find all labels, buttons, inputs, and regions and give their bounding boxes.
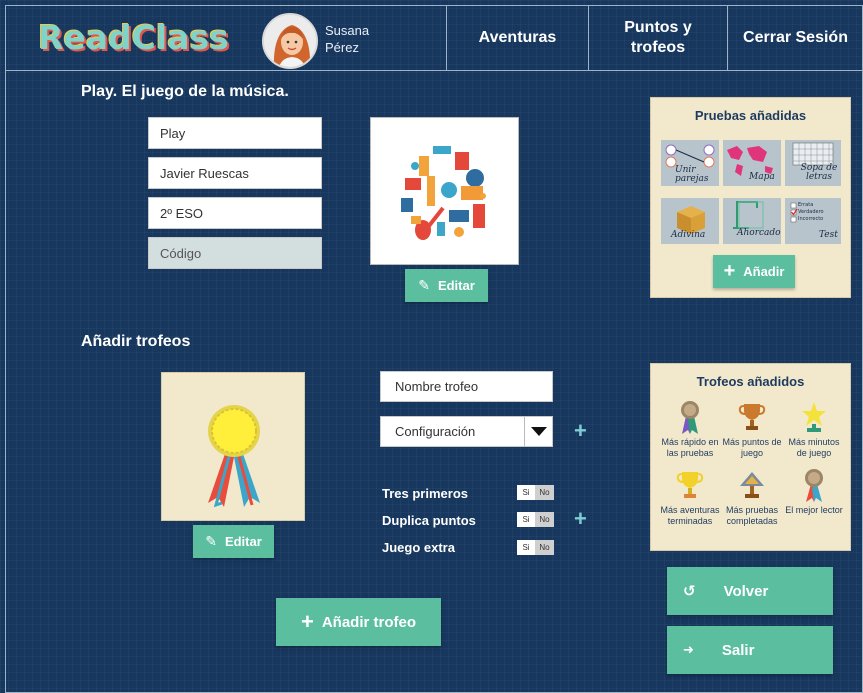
trophy-item-label: Más aventuras terminadas xyxy=(660,505,720,526)
toggle-duplica-puntos[interactable]: Si No xyxy=(517,512,554,527)
nav-puntos-trofeos[interactable]: Puntos y trofeos xyxy=(588,6,727,70)
toggle-yes[interactable]: Si xyxy=(517,512,535,527)
trophy-item-mas-rapido[interactable]: Más rápido en las pruebas xyxy=(660,400,720,459)
test-tile-test[interactable]: Errata Verdadero Incorrecto Test xyxy=(785,198,841,244)
trophy-item-mas-aventuras[interactable]: Más aventuras terminadas xyxy=(660,468,720,527)
code-field[interactable]: Código xyxy=(148,237,322,269)
edit-cover-button[interactable]: ✎ Editar xyxy=(405,269,488,302)
test-option-2: Verdadero xyxy=(798,209,824,215)
option-label-tres-primeros: Tres primeros xyxy=(382,486,468,501)
gold-cup-icon xyxy=(676,472,704,498)
trophy-item-label: El mejor lector xyxy=(785,505,843,515)
trophies-panel-title: Trofeos añadidos xyxy=(696,374,805,389)
trophies-panel: Trofeos añadidos Más rápido en las prueb… xyxy=(650,363,851,551)
chevron-down-icon[interactable] xyxy=(524,417,552,446)
trophies-title: Añadir trofeos xyxy=(81,333,191,350)
test-option-1: Errata xyxy=(798,202,814,208)
exit-button[interactable]: ➜ Salir xyxy=(667,626,833,674)
title-field[interactable]: Play xyxy=(148,117,322,149)
trophy-item-mas-minutos[interactable]: Más minutos de juego xyxy=(784,400,844,459)
add-test-button[interactable]: + Añadir xyxy=(713,255,795,288)
test-tile-sopa-letras[interactable]: Sopa de letras xyxy=(785,140,841,186)
trophy-item-mejor-lector[interactable]: El mejor lector xyxy=(784,468,844,516)
author-field[interactable]: Javier Ruescas xyxy=(148,157,322,189)
pyramid-trophy-icon xyxy=(740,472,764,498)
user-first-name: Susana xyxy=(325,23,370,38)
trophy-item-label: Más puntos de juego xyxy=(722,437,782,458)
medal-icon xyxy=(681,401,699,434)
add-trophy-label: Añadir trofeo xyxy=(321,613,417,631)
star-icon xyxy=(802,402,826,432)
test-tile-label: Unir parejas xyxy=(675,165,709,184)
edit-cover-label: Editar xyxy=(437,278,475,293)
trophy-item-label: Más rápido en las pruebas xyxy=(661,437,719,458)
add-option-plus-icon[interactable]: + xyxy=(574,506,587,532)
adventure-title: Play. El juego de la música. xyxy=(81,83,289,100)
trophy-item-mas-pruebas[interactable]: Más pruebas completadas xyxy=(722,468,782,527)
trophy-item-mas-puntos[interactable]: Más puntos de juego xyxy=(722,400,782,459)
back-label: Volver xyxy=(723,582,769,600)
add-trophy-button[interactable]: + Añadir trofeo xyxy=(276,598,441,646)
exit-label: Salir xyxy=(721,641,755,659)
app-logo[interactable]: ReadClass xyxy=(38,18,229,57)
trophy-image xyxy=(161,372,305,521)
test-tile-mapa[interactable]: Mapa xyxy=(723,140,781,186)
config-select[interactable]: Configuración xyxy=(380,416,553,447)
trophy-item-label: Más minutos de juego xyxy=(788,437,840,458)
test-tile-label: Adivina xyxy=(671,230,706,240)
test-tile-ahorcado[interactable]: Ahorcado xyxy=(723,198,781,244)
user-last-name: Pérez xyxy=(325,40,359,55)
grade-field[interactable]: 2º ESO xyxy=(148,197,322,229)
rosette-icon xyxy=(805,469,823,502)
nav-cerrar-sesion[interactable]: Cerrar Sesión xyxy=(727,6,863,70)
add-config-plus-icon[interactable]: + xyxy=(574,418,587,444)
test-tile-label: Sopa de letras xyxy=(800,163,838,182)
toggle-yes[interactable]: Si xyxy=(517,485,535,500)
add-test-label: Añadir xyxy=(743,264,785,279)
edit-trophy-label: Editar xyxy=(224,534,262,549)
pencil-icon: ✎ xyxy=(205,533,217,549)
toggle-no[interactable]: No xyxy=(535,540,554,555)
test-tile-label: Test xyxy=(819,230,838,240)
toggle-no[interactable]: No xyxy=(535,485,554,500)
option-label-juego-extra: Juego extra xyxy=(382,540,455,555)
test-tile-label: Ahorcado xyxy=(737,228,781,238)
test-tile-unir-parejas[interactable]: Unir parejas xyxy=(661,140,719,186)
test-option-3: Incorrecto xyxy=(798,216,824,222)
test-tile-adivina[interactable]: Adivina xyxy=(661,198,719,244)
pencil-icon: ✎ xyxy=(418,277,430,293)
toggle-yes[interactable]: Si xyxy=(517,540,535,555)
sign-out-icon: ➜ xyxy=(683,642,694,657)
undo-icon: ↺ xyxy=(683,583,696,600)
config-select-value: Configuración xyxy=(395,424,476,439)
rosette-icon xyxy=(208,405,260,508)
toggle-no[interactable]: No xyxy=(535,512,554,527)
toggle-tres-primeros[interactable]: Si No xyxy=(517,485,554,500)
option-label-duplica-puntos: Duplica puntos xyxy=(382,513,476,528)
toggle-juego-extra[interactable]: Si No xyxy=(517,540,554,555)
cup-icon xyxy=(738,404,766,430)
adventure-cover-image xyxy=(370,117,519,265)
avatar[interactable] xyxy=(262,13,318,69)
tests-panel-title: Pruebas añadidas xyxy=(694,108,807,123)
back-button[interactable]: ↺ Volver xyxy=(667,567,833,615)
trophy-item-label: Más pruebas completadas xyxy=(725,505,779,526)
plus-icon: + xyxy=(300,609,314,634)
trophy-name-input[interactable]: Nombre trofeo xyxy=(380,371,553,402)
plus-icon: + xyxy=(723,260,736,282)
test-tile-label: Mapa xyxy=(749,172,775,182)
nav-aventuras[interactable]: Aventuras xyxy=(446,6,588,70)
music-instruments-icon xyxy=(392,138,496,242)
edit-trophy-button[interactable]: ✎ Editar xyxy=(193,525,274,558)
